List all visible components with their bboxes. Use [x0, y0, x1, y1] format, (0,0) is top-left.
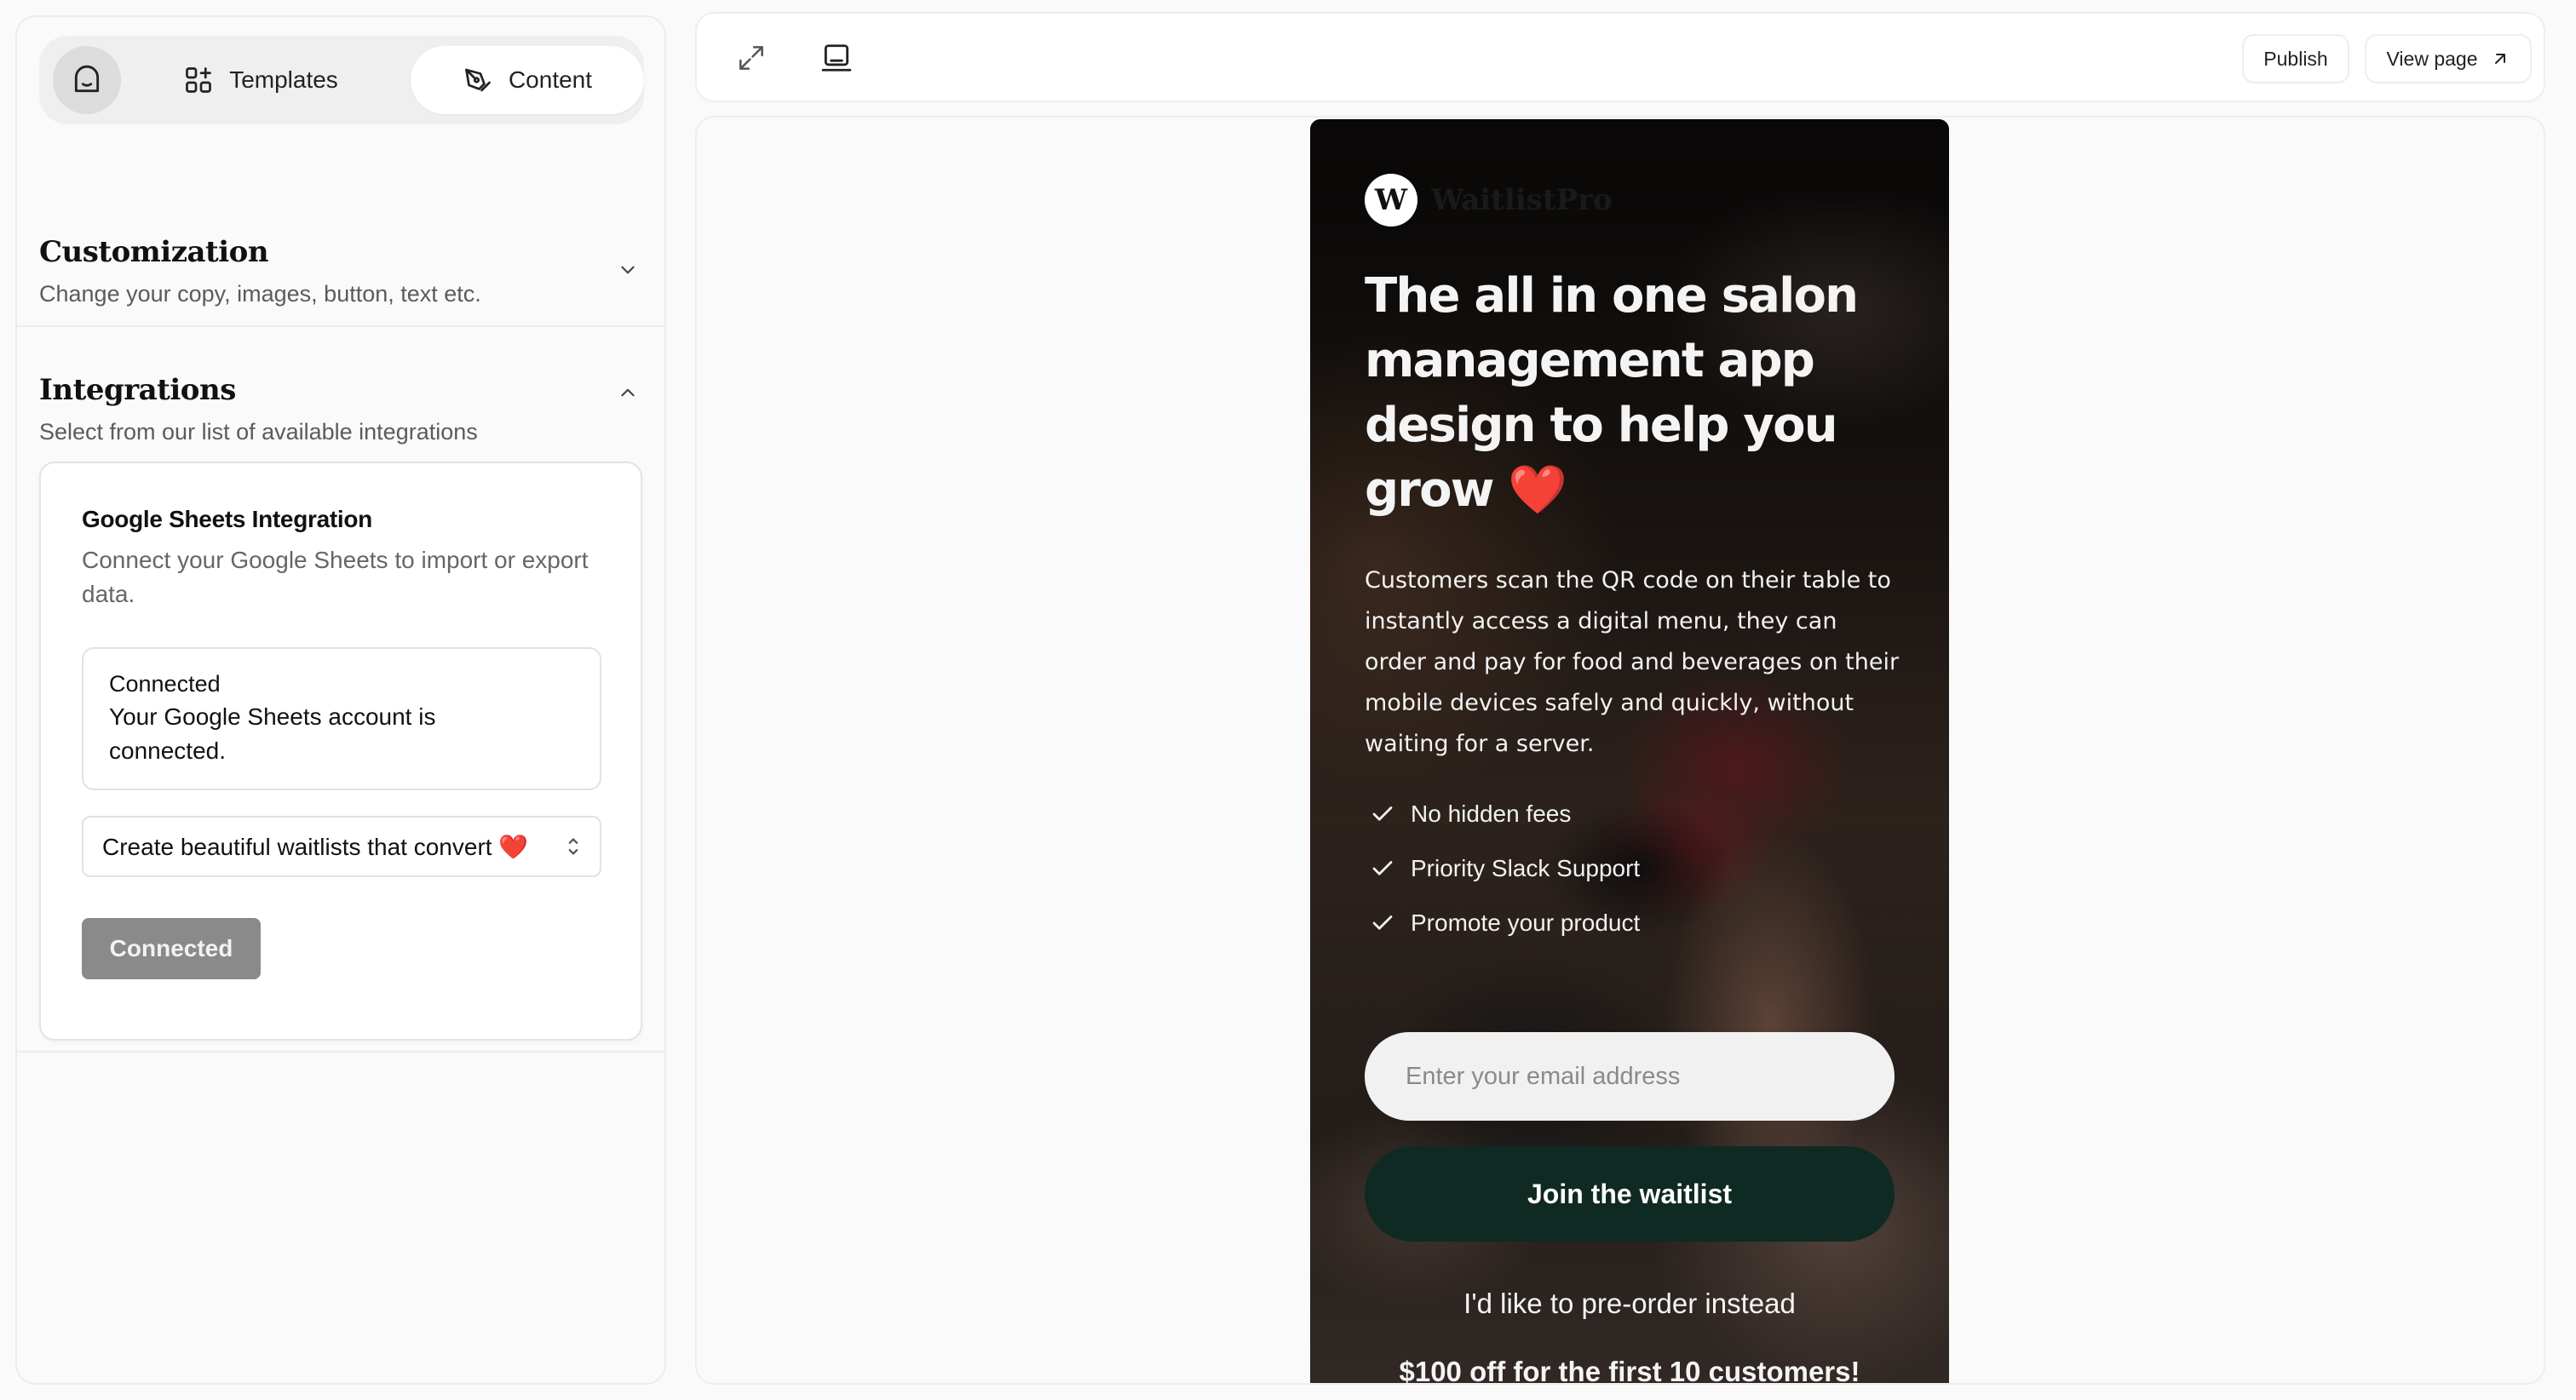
customization-section[interactable]: Customization Change your copy, images, … — [17, 196, 664, 332]
integrations-title: Integrations — [39, 373, 236, 407]
integration-title: Google Sheets Integration — [82, 506, 372, 532]
feature-list: No hidden fees Priority Slack Support Pr… — [1370, 787, 1640, 950]
templates-grid-icon — [186, 67, 212, 93]
home-button[interactable] — [53, 46, 121, 114]
expand-icon — [739, 46, 763, 70]
hero-description: Customers scan the QR code on their tabl… — [1365, 567, 1900, 757]
editor-sidebar: Templates Content Customization Change y… — [15, 15, 666, 1385]
view-page-button[interactable]: View page — [2365, 34, 2532, 83]
external-arrow-icon — [2494, 54, 2505, 64]
check-icon — [1372, 915, 1393, 930]
section-divider — [17, 325, 664, 327]
connection-status: Connected Your Google Sheets account is … — [82, 647, 601, 790]
laptop-icon — [821, 44, 852, 72]
tab-content[interactable]: Content — [411, 46, 644, 114]
select-chevrons-icon — [568, 838, 578, 855]
brand-logo[interactable]: W WaitlistPro — [1365, 174, 1613, 227]
smile-square-icon — [74, 65, 100, 93]
sheet-select[interactable]: Create beautiful waitlists that convert … — [82, 816, 601, 877]
feature-text: No hidden fees — [1411, 800, 1572, 827]
logo-text: WaitlistPro — [1431, 183, 1613, 217]
email-placeholder: Enter your email address — [1406, 1062, 1681, 1090]
fullscreen-button[interactable] — [733, 39, 770, 77]
publish-button[interactable]: Publish — [2242, 34, 2349, 83]
tab-templates[interactable]: Templates — [158, 46, 363, 114]
check-icon — [1372, 861, 1393, 875]
join-waitlist-button[interactable]: Join the waitlist — [1365, 1146, 1895, 1242]
tab-content-label: Content — [508, 66, 593, 93]
pen-tool-icon — [465, 68, 491, 92]
mobile-preview: W WaitlistPro The all in one salon manag… — [1310, 119, 1949, 1385]
email-input[interactable]: Enter your email address — [1365, 1032, 1895, 1121]
integrations-subtitle: Select from our list of available integr… — [39, 419, 478, 445]
sidebar-tab-bar: Templates Content — [39, 36, 644, 124]
feature-item: No hidden fees — [1370, 787, 1640, 841]
hero-headline: The all in one salon management app desi… — [1365, 268, 1859, 518]
feature-text: Promote your product — [1411, 909, 1641, 936]
page-preview: W WaitlistPro The all in one salon manag… — [695, 116, 2545, 1385]
customization-title: Customization — [39, 235, 269, 269]
integrations-section[interactable]: Integrations Select from our list of ava… — [17, 334, 664, 453]
offer-text: $100 off for the first 10 customers! — [1399, 1356, 1860, 1385]
check-icon — [1372, 806, 1393, 821]
publish-label: Publish — [2263, 47, 2328, 70]
integration-description: Connect your Google Sheets to import or … — [82, 547, 589, 607]
feature-text: Priority Slack Support — [1411, 855, 1641, 881]
preorder-link[interactable]: I'd like to pre-order instead — [1310, 1288, 1949, 1320]
customization-subtitle: Change your copy, images, button, text e… — [39, 281, 481, 307]
feature-item: Priority Slack Support — [1370, 841, 1640, 896]
preview-toolbar: Publish View page — [695, 12, 2545, 102]
connected-button[interactable]: Connected — [82, 918, 261, 979]
device-toggle-button[interactable] — [818, 39, 855, 77]
chevron-up-icon[interactable] — [617, 382, 639, 404]
google-sheets-card: Google Sheets Integration Connect your G… — [39, 462, 642, 1041]
view-page-label: View page — [2386, 47, 2478, 70]
tab-templates-label: Templates — [229, 66, 338, 93]
sheet-select-value: Create beautiful waitlists that convert … — [102, 833, 529, 860]
section-divider — [17, 1051, 664, 1053]
chevron-down-icon[interactable] — [617, 259, 639, 281]
status-title: Connected — [109, 671, 221, 697]
status-text: Your Google Sheets account is connected. — [109, 703, 436, 764]
logo-mark: W — [1365, 174, 1417, 227]
feature-item: Promote your product — [1370, 896, 1640, 950]
